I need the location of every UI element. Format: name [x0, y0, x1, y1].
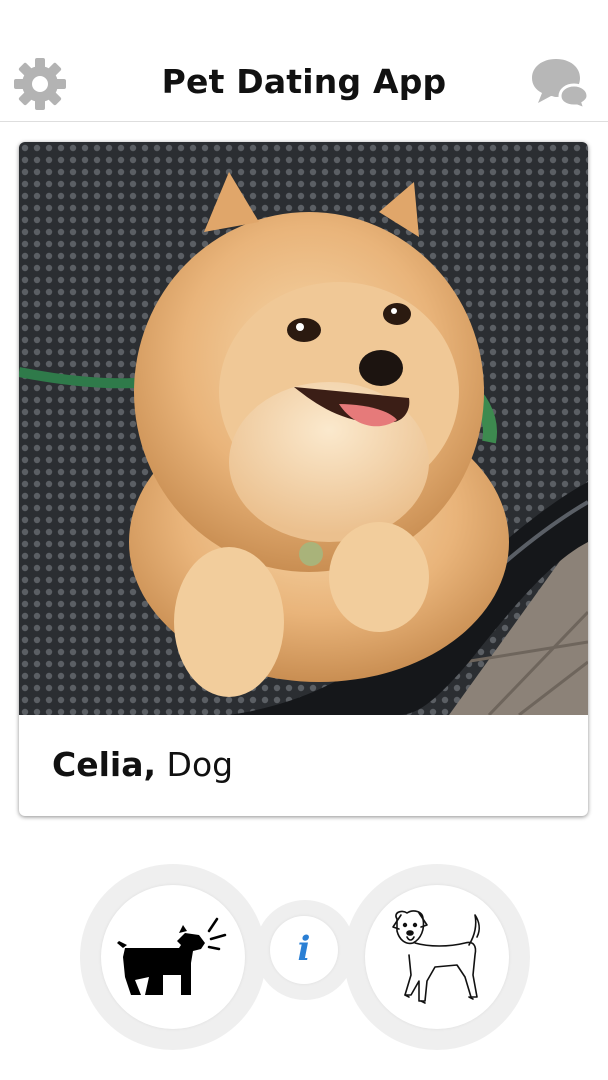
app-header: Pet Dating App	[0, 0, 608, 122]
pet-species: Dog	[166, 745, 234, 784]
profile-card[interactable]: Celia, Dog	[19, 142, 588, 816]
page-title: Pet Dating App	[161, 62, 447, 101]
barking-dog-icon	[117, 917, 227, 995]
info-label: i	[297, 929, 311, 969]
bark-button[interactable]	[101, 885, 245, 1029]
pet-name: Celia,	[52, 745, 157, 784]
action-bar: i	[0, 860, 608, 1060]
info-button[interactable]: i	[270, 916, 338, 984]
profile-caption: Celia, Dog	[52, 745, 233, 784]
happy-dog-icon	[392, 910, 480, 1004]
pet-photo	[19, 142, 588, 715]
like-button[interactable]	[365, 885, 509, 1029]
chat-bubbles-icon[interactable]	[530, 55, 590, 109]
